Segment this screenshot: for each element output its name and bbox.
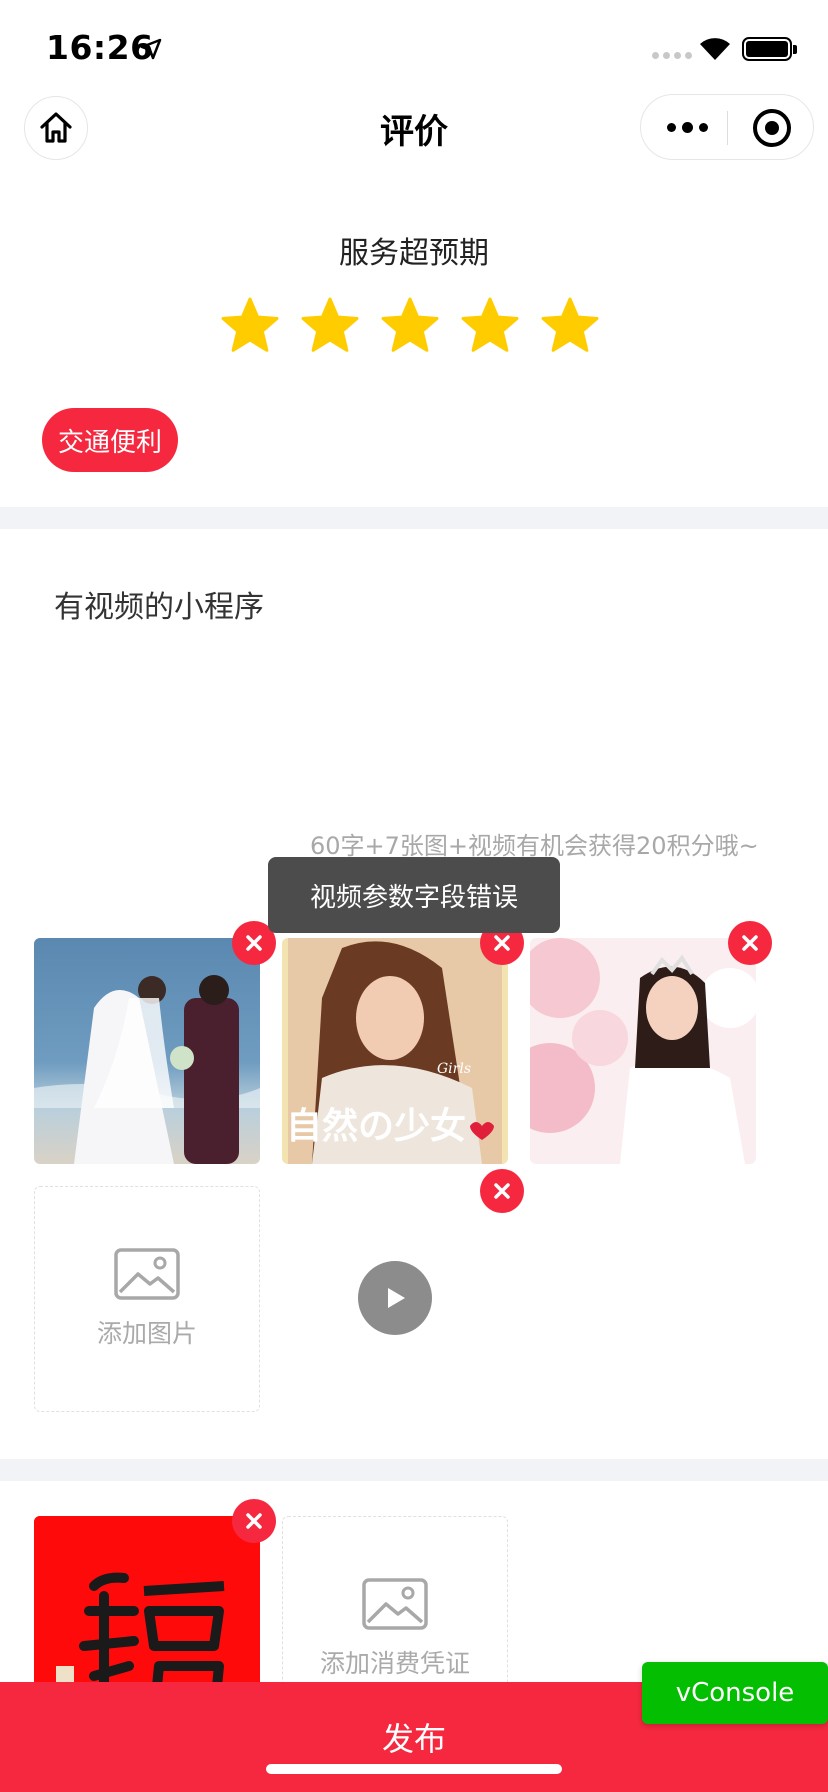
miniprogram-capsule [640,94,814,160]
reward-hint: 60字+7张图+视频有机会获得20积分哦~ [310,832,759,860]
star-icon[interactable] [460,296,520,356]
star-icon[interactable] [300,296,360,356]
add-receipt-label: 添加消费凭证 [319,1649,470,1678]
capsule-divider [727,111,728,145]
delete-video-button[interactable] [480,1169,524,1213]
star-icon[interactable] [220,296,280,356]
star-icon[interactable] [380,296,440,356]
photo-thumbnail-3[interactable] [530,938,756,1164]
image-icon [362,1578,428,1630]
poster-title-text: 自然の少女 [286,1105,466,1147]
delete-receipt-button[interactable] [232,1499,276,1543]
video-play-button[interactable] [358,1261,432,1335]
close-icon [742,935,758,951]
photo-thumbnail-1[interactable] [34,938,260,1164]
close-icon [246,935,262,951]
delete-photo-3-button[interactable] [728,921,772,965]
vconsole-button[interactable]: vConsole [642,1662,828,1724]
section-divider [0,507,828,529]
error-toast: 视频参数字段错误 [268,857,560,933]
close-icon [494,935,510,951]
tag-transport[interactable]: 交通便利 [42,408,178,472]
more-options-icon[interactable] [667,122,708,133]
add-photo-button[interactable]: 添加图片 [34,1186,260,1412]
close-icon [246,1513,262,1529]
photo-thumbnail-2[interactable]: Girls 自然の少女 [282,938,508,1164]
wifi-icon [700,38,730,60]
status-bar: 16:26 [0,0,828,96]
star-rating[interactable] [220,296,600,356]
cellular-signal-icon [652,52,692,59]
location-arrow-icon [140,38,162,60]
rating-label: 服务超预期 [339,236,489,271]
play-icon [388,1288,405,1308]
image-icon [114,1248,180,1300]
section-divider [0,1459,828,1481]
poster-small-text: Girls [437,1061,471,1077]
status-time: 16:26 [46,28,154,67]
star-icon[interactable] [540,296,600,356]
close-icon [494,1183,510,1199]
close-miniprogram-icon[interactable] [753,109,791,147]
home-indicator [266,1764,562,1774]
add-photo-label: 添加图片 [96,1319,197,1348]
comment-textarea[interactable]: 有视频的小程序 [54,582,264,626]
battery-icon [742,37,797,61]
